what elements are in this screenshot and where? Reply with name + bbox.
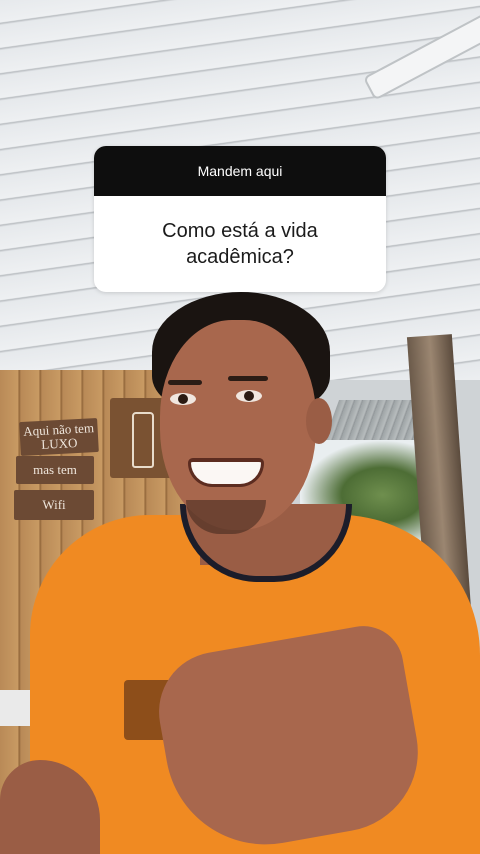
left-eye <box>170 393 196 405</box>
ear <box>306 398 332 444</box>
sign-luxo: Aqui não tem LUXO <box>19 417 99 457</box>
left-eyebrow <box>168 380 202 385</box>
right-eye <box>236 390 262 402</box>
question-sticker-header: Mandem aqui <box>94 146 386 196</box>
sign-wifi: Wifi <box>14 490 94 520</box>
question-sticker[interactable]: Mandem aqui Como está a vida acadêmica? <box>94 146 386 292</box>
question-text-line1: Como está a vida <box>162 220 318 242</box>
smile <box>188 458 264 487</box>
question-sticker-body: Como está a vida acadêmica? <box>94 196 386 292</box>
face <box>160 320 316 530</box>
right-eyebrow <box>228 376 268 381</box>
video-frame: Aqui não tem LUXO mas tem Wifi <box>0 0 480 854</box>
question-text-line2: acadêmica? <box>186 246 294 268</box>
bottle-icon <box>132 412 154 468</box>
sign-mas-tem: mas tem <box>16 456 94 484</box>
